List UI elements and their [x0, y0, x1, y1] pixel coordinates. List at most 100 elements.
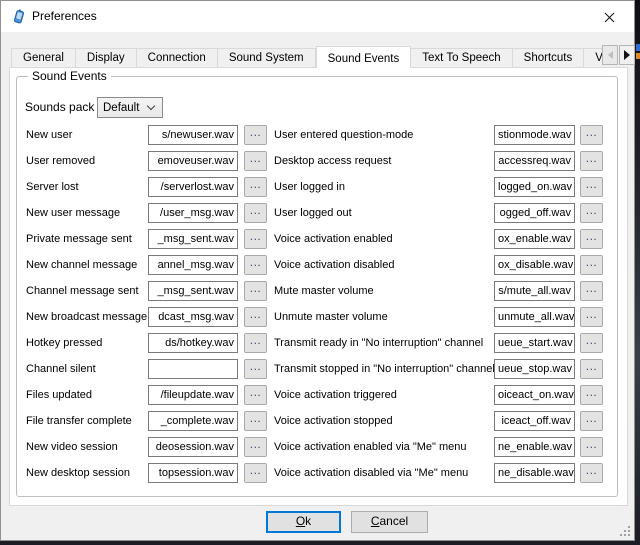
browse-button[interactable]: ...: [580, 385, 603, 405]
sound-file-input[interactable]: ne_disable.wav: [494, 463, 575, 483]
sound-file-input[interactable]: _complete.wav: [148, 411, 238, 431]
tab-sound-events[interactable]: Sound Events: [316, 46, 412, 68]
browse-button[interactable]: ...: [244, 151, 267, 171]
sound-file-input[interactable]: s/newuser.wav: [148, 125, 238, 145]
groupbox-label: Sound Events: [28, 69, 111, 83]
sound-file-input[interactable]: dcast_msg.wav: [148, 307, 238, 327]
event-label: File transfer complete: [26, 408, 132, 434]
tab-video[interactable]: Video: [584, 48, 602, 68]
tab-scroll-right-button[interactable]: [619, 45, 635, 65]
browse-button[interactable]: ...: [244, 177, 267, 197]
sound-events-groupbox: Sound Events Sounds pack Default New use…: [16, 76, 618, 497]
event-label: Transmit stopped in "No interruption" ch…: [274, 356, 495, 382]
browse-button[interactable]: ...: [244, 203, 267, 223]
chevron-down-icon: [147, 102, 155, 110]
resize-grip[interactable]: [620, 526, 631, 537]
event-label: Server lost: [26, 174, 79, 200]
close-button[interactable]: [601, 9, 617, 25]
sound-file-input[interactable]: logged_on.wav: [494, 177, 575, 197]
event-row: User removedemoveuser.wav...Desktop acce…: [17, 148, 619, 174]
tab-scroll-right-icon: [624, 50, 630, 60]
browse-button[interactable]: ...: [580, 307, 603, 327]
sound-file-input[interactable]: unmute_all.wav: [494, 307, 575, 327]
sound-file-input[interactable]: s/mute_all.wav: [494, 281, 575, 301]
browse-button[interactable]: ...: [244, 307, 267, 327]
tab-general[interactable]: General: [11, 48, 76, 68]
browse-button[interactable]: ...: [580, 333, 603, 353]
event-label: Voice activation stopped: [274, 408, 393, 434]
preferences-dialog: Preferences GeneralDisplayConnectionSoun…: [0, 0, 635, 541]
browse-button[interactable]: ...: [244, 411, 267, 431]
sound-file-input[interactable]: topsession.wav: [148, 463, 238, 483]
browse-button[interactable]: ...: [580, 463, 603, 483]
sound-file-input[interactable]: oiceact_on.wav: [494, 385, 575, 405]
browse-button[interactable]: ...: [580, 411, 603, 431]
event-label: Voice activation disabled via "Me" menu: [274, 460, 468, 486]
sound-file-input[interactable]: ds/hotkey.wav: [148, 333, 238, 353]
sound-file-input[interactable]: /serverlost.wav: [148, 177, 238, 197]
title-bar[interactable]: Preferences: [1, 1, 634, 32]
tab-display[interactable]: Display: [76, 48, 137, 68]
event-row: New users/newuser.wav...User entered que…: [17, 122, 619, 148]
browse-button[interactable]: ...: [580, 229, 603, 249]
browse-button[interactable]: ...: [580, 281, 603, 301]
browse-button[interactable]: ...: [580, 437, 603, 457]
sound-file-input[interactable]: ueue_start.wav: [494, 333, 575, 353]
event-label: User logged in: [274, 174, 345, 200]
browse-button[interactable]: ...: [580, 255, 603, 275]
tab-shortcuts[interactable]: Shortcuts: [513, 48, 585, 68]
browse-button[interactable]: ...: [244, 437, 267, 457]
event-label: Mute master volume: [274, 278, 374, 304]
tab-sound-system[interactable]: Sound System: [218, 48, 316, 68]
cancel-button[interactable]: Cancel: [351, 511, 428, 533]
browse-button[interactable]: ...: [244, 463, 267, 483]
browse-button[interactable]: ...: [580, 177, 603, 197]
sound-file-input[interactable]: annel_msg.wav: [148, 255, 238, 275]
sound-file-input[interactable]: _msg_sent.wav: [148, 281, 238, 301]
tab-scroll-left-button[interactable]: [602, 45, 618, 65]
event-label: Unmute master volume: [274, 304, 388, 330]
sounds-pack-value: Default: [98, 102, 148, 114]
events-grid: New users/newuser.wav...User entered que…: [17, 122, 619, 486]
event-row: Channel silent... Transmit stopped in "No…: [17, 356, 619, 382]
sound-file-input[interactable]: _msg_sent.wav: [148, 229, 238, 249]
event-label: Hotkey pressed: [26, 330, 102, 356]
sound-file-input[interactable]: emoveuser.wav: [148, 151, 238, 171]
sound-file-input[interactable]: ne_enable.wav: [494, 437, 575, 457]
sound-file-input[interactable]: iceact_off.wav: [494, 411, 575, 431]
sound-file-input[interactable]: stionmode.wav: [494, 125, 575, 145]
browse-button[interactable]: ...: [244, 281, 267, 301]
tab-connection[interactable]: Connection: [137, 48, 218, 68]
event-row: Files updated/fileupdate.wav...Voice act…: [17, 382, 619, 408]
sounds-pack-label: Sounds pack: [25, 97, 94, 118]
browse-button[interactable]: ...: [580, 151, 603, 171]
sound-file-input[interactable]: ox_enable.wav: [494, 229, 575, 249]
sound-file-input[interactable]: accessreq.wav: [494, 151, 575, 171]
sound-file-input[interactable]: /user_msg.wav: [148, 203, 238, 223]
tab-text-to-speech[interactable]: Text To Speech: [411, 48, 512, 68]
sound-file-input[interactable]: [148, 359, 238, 379]
browse-button[interactable]: ...: [244, 229, 267, 249]
event-row: New channel messageannel_msg.wav...Voice…: [17, 252, 619, 278]
browse-button[interactable]: ...: [244, 255, 267, 275]
browse-button[interactable]: ...: [580, 359, 603, 379]
sound-file-input[interactable]: /fileupdate.wav: [148, 385, 238, 405]
browse-button[interactable]: ...: [580, 203, 603, 223]
browse-button[interactable]: ...: [244, 333, 267, 353]
sounds-pack-select[interactable]: Default: [97, 97, 163, 118]
browse-button[interactable]: ...: [244, 359, 267, 379]
browse-button[interactable]: ...: [580, 125, 603, 145]
tab-strip: GeneralDisplayConnectionSound SystemSoun…: [11, 45, 602, 68]
sound-file-input[interactable]: ogged_off.wav: [494, 203, 575, 223]
event-label: Voice activation triggered: [274, 382, 397, 408]
browse-button[interactable]: ...: [244, 125, 267, 145]
event-label: New user: [26, 122, 72, 148]
event-label: Channel silent: [26, 356, 96, 382]
sound-file-input[interactable]: ueue_stop.wav: [494, 359, 575, 379]
browse-button[interactable]: ...: [244, 385, 267, 405]
sound-file-input[interactable]: ox_disable.wav: [494, 255, 575, 275]
sound-file-input[interactable]: deosession.wav: [148, 437, 238, 457]
ok-button[interactable]: Ok: [266, 511, 341, 533]
event-label: New desktop session: [26, 460, 130, 486]
event-label: Private message sent: [26, 226, 132, 252]
